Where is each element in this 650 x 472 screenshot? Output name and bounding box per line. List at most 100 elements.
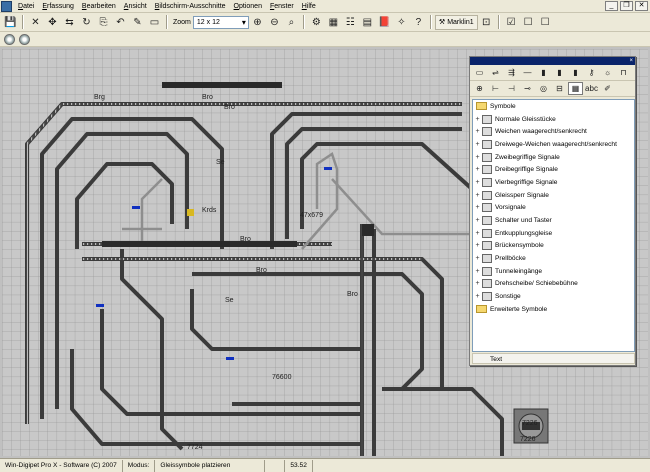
zoom-fit-icon[interactable]: ⌕ [284, 15, 299, 30]
save-icon[interactable]: 💾 [3, 15, 18, 30]
toolbar-separator [497, 15, 500, 29]
paint-icon[interactable]: ✎ [130, 15, 145, 30]
move-icon[interactable]: ✥ [45, 15, 60, 30]
zoom-select[interactable]: 12 x 12 [192, 15, 249, 29]
line-icon[interactable]: — [520, 66, 535, 79]
signal-3-icon[interactable]: ▮ [552, 66, 567, 79]
bridge-icon[interactable]: ⊣ [504, 82, 519, 95]
palette-text-field[interactable]: Text [472, 353, 635, 364]
symbol-mode-icon[interactable]: ▦ [568, 82, 583, 95]
copy-icon[interactable]: ⎘ [96, 15, 111, 30]
marklin-button[interactable]: ⚒ Marklin1 [434, 14, 478, 30]
delete-icon[interactable]: ✕ [28, 15, 43, 30]
expand-icon[interactable]: + [473, 293, 482, 300]
zoom-in-icon[interactable]: ⊕ [250, 15, 265, 30]
check-icon[interactable]: ☑ [504, 15, 519, 30]
expand-icon[interactable]: + [473, 154, 482, 161]
expand-icon[interactable]: + [473, 280, 482, 287]
menu-erfassung[interactable]: Erfassung [38, 0, 78, 13]
tree-item[interactable]: + Normale Gleisstücke [473, 113, 634, 126]
panel1-icon[interactable]: ☐ [521, 15, 536, 30]
expand-icon[interactable]: + [473, 255, 482, 262]
menu-ansicht[interactable]: Ansicht [120, 0, 151, 13]
palette-toolbar-1: ▭ ⇌ ⇶ — ▮ ▮ ▮ ⚷ ☼ ⊓ [470, 65, 635, 81]
view-button-1[interactable] [4, 33, 15, 45]
tree-item[interactable]: + Sonstige [473, 290, 634, 303]
bulb-icon[interactable]: ☼ [600, 66, 615, 79]
track-threeway-icon[interactable]: ⇶ [504, 66, 519, 79]
eraser-icon[interactable]: ✐ [600, 82, 615, 95]
turntable-icon[interactable]: ◎ [536, 82, 551, 95]
expand-icon[interactable]: + [473, 116, 482, 123]
digital-icon[interactable]: ⊡ [479, 15, 494, 30]
close-button[interactable]: ✕ [635, 1, 648, 11]
rotate-icon[interactable]: ↻ [79, 15, 94, 30]
grid-icon[interactable]: ▦ [326, 15, 341, 30]
expand-icon[interactable]: + [473, 128, 482, 135]
menu-optionen[interactable]: Optionen [230, 0, 266, 13]
tree-item[interactable]: + Tunneleingänge [473, 265, 634, 278]
menu-hilfe[interactable]: Hilfe [298, 0, 320, 13]
switch-track-icon [482, 127, 492, 137]
menu-fenster[interactable]: Fenster [266, 0, 298, 13]
help-icon[interactable]: ? [411, 15, 426, 30]
expand-icon[interactable]: + [473, 141, 482, 148]
track-switch-icon[interactable]: ⇌ [488, 66, 503, 79]
tree-item[interactable]: + Weichen waagerecht/senkrecht [473, 125, 634, 138]
tools-icon: ⚒ [438, 19, 446, 26]
tree-item[interactable]: + Brückensymbole [473, 240, 634, 253]
tree-item[interactable]: + Vierbegriffige Signale [473, 176, 634, 189]
uncoupler-icon[interactable]: ⊕ [472, 82, 487, 95]
panel2-icon[interactable]: ☐ [538, 15, 553, 30]
restore-button[interactable]: ❐ [620, 1, 633, 11]
tree-item[interactable]: + Entkupplungsgleise [473, 227, 634, 240]
signal-4-icon[interactable]: ▮ [568, 66, 583, 79]
tree-item[interactable]: + Vorsignale [473, 202, 634, 215]
tree-folder-symbole[interactable]: Symbole [473, 100, 634, 113]
tree-item[interactable]: + Zweibegriffige Signale [473, 151, 634, 164]
bumper-icon[interactable]: ⊢ [488, 82, 503, 95]
menu-bildschirm-ausschnitte[interactable]: Bildschirm-Ausschnitte [151, 0, 230, 13]
tunnel-icon[interactable]: ⊸ [520, 82, 535, 95]
expand-icon[interactable]: + [473, 242, 482, 249]
key-icon[interactable]: ⚷ [584, 66, 599, 79]
track-straight-icon[interactable]: ▭ [472, 66, 487, 79]
window-controls: _ ❐ ✕ [605, 1, 648, 11]
palette-close-button[interactable]: × [629, 58, 633, 64]
tree-folder-erweitert[interactable]: Erweiterte Symbole [473, 303, 634, 316]
transfer-icon[interactable]: ⊟ [552, 82, 567, 95]
toggle-icon[interactable]: ▭ [147, 15, 162, 30]
zoom-out-icon[interactable]: ⊖ [267, 15, 282, 30]
wizard-icon[interactable]: ✧ [394, 15, 409, 30]
palette-titlebar[interactable]: × [470, 57, 635, 65]
signal-2-icon[interactable]: ▮ [536, 66, 551, 79]
switch-icon[interactable]: ⊓ [616, 66, 631, 79]
tree-item[interactable]: + Prellböcke [473, 252, 634, 265]
table-icon[interactable]: ☷ [343, 15, 358, 30]
menu-bearbeiten[interactable]: Bearbeiten [78, 0, 120, 13]
minimize-button[interactable]: _ [605, 1, 618, 11]
text-abc-icon[interactable]: abc [584, 82, 599, 95]
view-button-2[interactable] [19, 33, 30, 45]
flip-icon[interactable]: ⇆ [62, 15, 77, 30]
expand-icon[interactable]: + [473, 179, 482, 186]
expand-icon[interactable]: + [473, 268, 482, 275]
expand-icon[interactable]: + [473, 230, 482, 237]
tree-item[interactable]: + Dreiwege-Weichen waagerecht/senkrecht [473, 138, 634, 151]
symbol-palette[interactable]: × ▭ ⇌ ⇶ — ▮ ▮ ▮ ⚷ ☼ ⊓ ⊕ ⊢ ⊣ ⊸ ◎ ⊟ ▦ abc … [469, 56, 636, 366]
undo-icon[interactable]: ↶ [113, 15, 128, 30]
tree-item[interactable]: + Gleissperr Signale [473, 189, 634, 202]
expand-icon[interactable]: + [473, 166, 482, 173]
expand-icon[interactable]: + [473, 217, 482, 224]
doc-icon[interactable]: ▤ [360, 15, 375, 30]
tree-item[interactable]: + Schalter und Taster [473, 214, 634, 227]
tree-item[interactable]: + Dreibegriffige Signale [473, 163, 634, 176]
mode-icon[interactable]: ⚙ [309, 15, 324, 30]
app-icon[interactable] [1, 0, 12, 12]
menu-datei[interactable]: Datei [14, 0, 38, 13]
tree-item[interactable]: + Drehscheibe/ Schiebebühne [473, 278, 634, 291]
expand-icon[interactable]: + [473, 192, 482, 199]
book-icon[interactable]: 📕 [377, 15, 392, 30]
symbol-tree[interactable]: Symbole + Normale Gleisstücke + Weichen wa… [472, 99, 635, 352]
expand-icon[interactable]: + [473, 204, 482, 211]
